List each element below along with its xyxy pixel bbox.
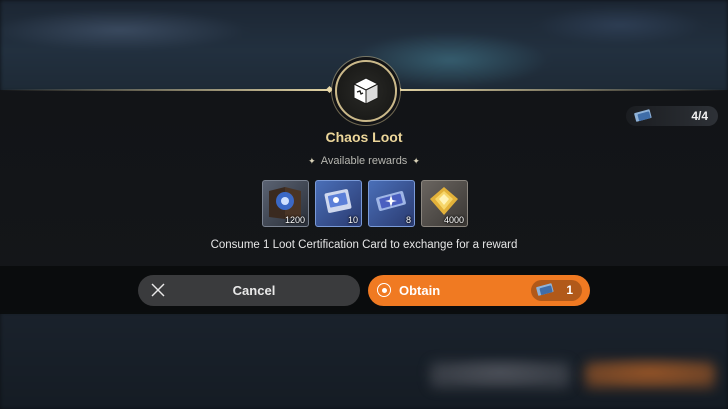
reward-item[interactable]: 1200 [262,180,309,227]
obtain-label: Obtain [399,283,441,298]
cancel-button[interactable]: Cancel [138,275,360,306]
reward-quantity: 8 [405,215,411,225]
loot-box-icon [335,60,397,122]
background-blurred-button [585,362,715,388]
reward-list: 1200 10 8 4000 [262,180,468,227]
sparkle-icon: ✦ [308,156,316,166]
top-border-line [398,89,728,91]
certification-card-icon [534,282,556,303]
background-blurred-button [430,362,570,388]
cancel-label: Cancel [232,283,276,298]
obtain-cost: 1 [531,280,582,301]
obtain-cost-value: 1 [566,283,573,297]
subtitle-text: Available rewards [320,155,408,167]
reward-item[interactable]: 4000 [421,180,468,227]
reward-quantity: 4000 [443,215,464,225]
dialog-title: Chaos Loot [325,129,403,145]
card-counter: 4/4 [626,106,718,126]
top-border-line [0,89,330,91]
reward-item[interactable]: 10 [315,180,362,227]
background-bottom [0,312,728,409]
reward-quantity: 1200 [284,215,305,225]
card-counter-value: 4/4 [691,109,708,123]
certification-card-icon [632,108,654,129]
reward-item[interactable]: 8 [368,180,415,227]
confirm-circle-icon [377,283,391,297]
button-bar [0,266,728,314]
dialog-subtitle: ✦ Available rewards ✦ [0,155,728,167]
sparkle-icon: ✦ [412,156,420,166]
reward-quantity: 10 [347,215,358,225]
consume-description: Consume 1 Loot Certification Card to exc… [210,239,518,251]
